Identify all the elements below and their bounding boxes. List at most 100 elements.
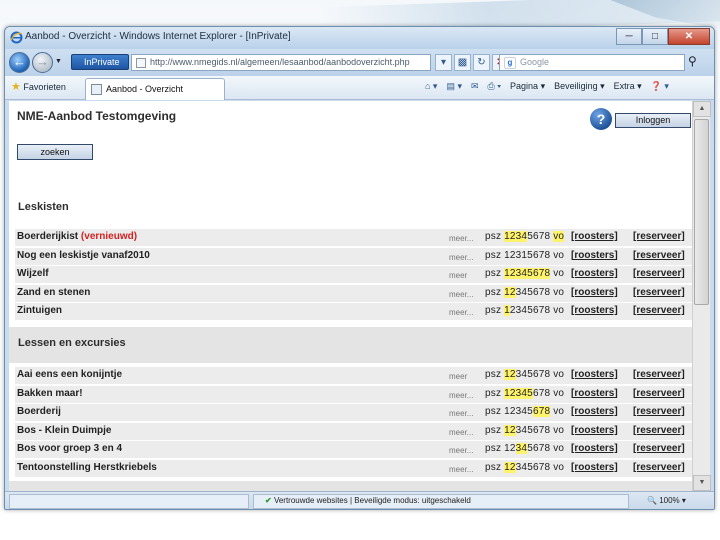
reserve-link[interactable]: [reserveer] (633, 462, 685, 473)
more-link[interactable]: meer... (449, 465, 473, 474)
offer-title-link[interactable]: Wijzelf (17, 268, 49, 279)
offer-title-link[interactable]: Boerderij (17, 406, 61, 417)
minimize-button[interactable]: ─ (616, 28, 642, 45)
page-menu[interactable]: Pagina ▾ (510, 81, 545, 92)
mail-button[interactable]: ✉ (471, 81, 479, 92)
command-bar: ★ Favorieten Aanbod - Overzicht ⌂ ▾ ▤ ▾ … (5, 76, 714, 100)
schedules-link[interactable]: [roosters] (571, 369, 618, 380)
schedules-link[interactable]: [roosters] (571, 287, 618, 298)
schedules-link[interactable]: [roosters] (571, 231, 618, 242)
reserve-link[interactable]: [reserveer] (633, 305, 685, 316)
search-input[interactable]: g Google (499, 54, 685, 71)
vertical-scrollbar[interactable]: ▲ ▼ (692, 101, 711, 491)
more-link[interactable]: meer (449, 372, 467, 381)
offer-title-link[interactable]: Boerderijkist (vernieuwd) (17, 231, 137, 242)
grade-levels-text: 2345678 vo (509, 305, 565, 317)
reserve-link[interactable]: [reserveer] (633, 250, 685, 261)
offer-title-link[interactable]: Tentoonstelling Herstkriebels (17, 462, 157, 473)
more-link[interactable]: meer... (449, 253, 473, 262)
favorites-button[interactable]: ★ Favorieten (11, 80, 66, 93)
tab-aanbod-overzicht[interactable]: Aanbod - Overzicht (85, 78, 225, 100)
help-menu-button[interactable]: ❓ ▾ (651, 81, 669, 92)
reserve-link[interactable]: [reserveer] (633, 443, 685, 454)
more-link[interactable]: meer... (449, 290, 473, 299)
section-separator (9, 481, 692, 491)
scroll-up-button[interactable]: ▲ (693, 101, 711, 117)
login-button[interactable]: Inloggen (615, 113, 691, 128)
more-link[interactable]: meer... (449, 409, 473, 418)
help-icon[interactable]: ? (590, 108, 612, 130)
grade-levels-highlighted: 12345 (504, 387, 533, 399)
reserve-link[interactable]: [reserveer] (633, 425, 685, 436)
address-dropdown-button[interactable]: ▾ (435, 54, 452, 71)
offer-title-link[interactable]: Aai eens een konijntje (17, 369, 122, 380)
grade-levels-highlighted: 12 (504, 424, 516, 436)
schedules-link[interactable]: [roosters] (571, 268, 618, 279)
favorites-label: Favorieten (23, 82, 66, 92)
reserve-link[interactable]: [reserveer] (633, 231, 685, 242)
grade-levels-highlighted: 678 (532, 406, 551, 418)
offer-title: Bakken maar! (17, 387, 83, 399)
scroll-down-button[interactable]: ▼ (693, 475, 711, 491)
more-link[interactable]: meer... (449, 428, 473, 437)
page-title: NME-Aanbod Testomgeving (17, 109, 177, 123)
search-button-page[interactable]: zoeken (17, 144, 93, 160)
safety-menu[interactable]: Beveiliging ▾ (554, 81, 605, 92)
more-link[interactable]: meer... (449, 446, 473, 455)
maximize-button[interactable]: □ (642, 28, 668, 45)
reserve-link[interactable]: [reserveer] (633, 388, 685, 399)
reserve-link[interactable]: [reserveer] (633, 287, 685, 298)
schedules-link[interactable]: [roosters] (571, 425, 618, 436)
address-toolbar: ← → ▼ InPrivate http://www.nmegids.nl/al… (5, 49, 714, 76)
reserve-link[interactable]: [reserveer] (633, 268, 685, 279)
more-link[interactable]: meer... (449, 308, 473, 317)
tab-page-icon (91, 84, 102, 95)
reserve-link[interactable]: [reserveer] (633, 406, 685, 417)
checkmark-icon: ✔ (265, 496, 272, 505)
zoom-control[interactable]: 🔍 100% ▾ (647, 496, 686, 505)
offer-row: Bos - Klein Duimpje meer... psz 12345678 v… (15, 422, 692, 440)
scroll-thumb[interactable] (694, 119, 709, 305)
forward-button[interactable]: → (32, 52, 53, 73)
more-link[interactable]: meer... (449, 391, 473, 400)
offer-title: Boerderijkist (17, 231, 79, 242)
grade-levels-highlighted: 12345678 (504, 268, 551, 280)
schedules-link[interactable]: [roosters] (571, 305, 618, 316)
offer-title-link[interactable]: Zintuigen (17, 305, 62, 316)
offer-row: Bos voor groep 3 en 4 meer... psz 12345678… (15, 441, 692, 459)
magnifier-icon: ⚲ (688, 54, 697, 68)
address-field[interactable]: http://www.nmegids.nl/algemeen/lesaanbod… (131, 54, 431, 71)
schedules-link[interactable]: [roosters] (571, 462, 618, 473)
home-button[interactable]: ⌂ ▾ (425, 81, 437, 92)
feeds-button[interactable]: ▤ ▾ (446, 81, 462, 92)
schedules-link[interactable]: [roosters] (571, 406, 618, 417)
section-heading: Lessen en excursies (18, 337, 126, 349)
more-link[interactable]: meer... (449, 234, 473, 243)
offer-title-link[interactable]: Bos voor groep 3 en 4 (17, 443, 122, 454)
tools-menu[interactable]: Extra ▾ (614, 81, 642, 92)
print-button[interactable]: ⎙ ▾ (488, 81, 501, 92)
offer-title-link[interactable]: Bos - Klein Duimpje (17, 425, 111, 436)
offer-title-link[interactable]: Bakken maar! (17, 388, 83, 399)
search-button[interactable]: ⚲ (688, 54, 706, 71)
status-bar: ✔ Vertrouwde websites | Beveiligde modus… (5, 491, 714, 509)
offer-title: Zand en stenen (17, 286, 91, 298)
offer-row: Aai eens een konijntje meer psz 12345678 v… (15, 367, 692, 384)
schedules-link[interactable]: [roosters] (571, 250, 618, 261)
close-button[interactable]: ✕ (668, 28, 710, 45)
grade-levels-text: psz (485, 462, 505, 473)
close-icon: ✕ (684, 31, 694, 42)
recent-pages-dropdown[interactable]: ▼ (55, 58, 62, 65)
schedules-link[interactable]: [roosters] (571, 443, 618, 454)
schedules-link[interactable]: [roosters] (571, 388, 618, 399)
more-link[interactable]: meer (449, 271, 467, 280)
compatibility-view-button[interactable]: ▩ (454, 54, 471, 71)
refresh-button[interactable]: ↻ (473, 54, 490, 71)
security-zone-status[interactable]: ✔ Vertrouwde websites | Beveiligde modus… (265, 496, 471, 505)
offer-title-link[interactable]: Zand en stenen (17, 287, 90, 298)
offer-title-link[interactable]: Nog een leskistje vanaf2010 (17, 250, 150, 261)
grade-levels-text: psz (485, 231, 505, 242)
offer-title: Bos voor groep 3 en 4 (17, 443, 123, 455)
reserve-link[interactable]: [reserveer] (633, 369, 685, 380)
back-button[interactable]: ← (9, 52, 30, 73)
